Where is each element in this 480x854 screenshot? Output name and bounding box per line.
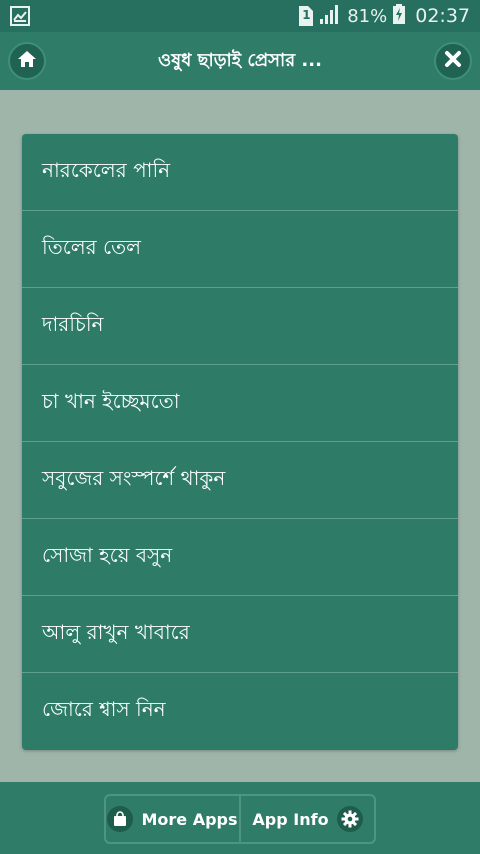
list-item[interactable]: চা খান ইচ্ছেমতো bbox=[22, 365, 458, 442]
page-title: ওষুধ ছাড়াই প্রেসার ... bbox=[158, 49, 322, 71]
home-icon bbox=[17, 49, 37, 73]
gear-icon bbox=[336, 806, 363, 832]
list-item-label: জোরে শ্বাস নিন bbox=[42, 697, 166, 721]
bottom-bar: More Apps App Info bbox=[0, 782, 480, 854]
list-item-label: সবুজের সংস্পর্শে থাকুন bbox=[42, 465, 226, 490]
app-header: ওষুধ ছাড়াই প্রেসার ... bbox=[0, 32, 480, 90]
list-item-label: নারকেলের পানি bbox=[42, 157, 171, 182]
home-button[interactable] bbox=[8, 42, 46, 80]
app-info-button[interactable]: App Info bbox=[239, 796, 374, 842]
status-bar: 1 81% 02:37 bbox=[0, 0, 480, 32]
list-item-label: সোজা হয়ে বসুন bbox=[42, 542, 173, 567]
app-info-label: App Info bbox=[252, 809, 329, 829]
clock: 02:37 bbox=[415, 5, 470, 27]
list-item-label: দারচিনি bbox=[42, 311, 104, 336]
list-item[interactable]: আলু রাখুন খাবারে bbox=[22, 596, 458, 673]
list-item[interactable]: তিলের তেল bbox=[22, 211, 458, 288]
list-item-label: আলু রাখুন খাবারে bbox=[42, 619, 190, 644]
signal-icon bbox=[319, 4, 341, 29]
more-apps-label: More Apps bbox=[141, 809, 238, 829]
list-item-label: তিলের তেল bbox=[42, 234, 142, 259]
close-button[interactable] bbox=[434, 42, 472, 80]
battery-charging-icon bbox=[393, 3, 406, 29]
more-apps-button[interactable]: More Apps bbox=[106, 796, 239, 842]
list-item[interactable]: সবুজের সংস্পর্শে থাকুন bbox=[22, 442, 458, 519]
list-item-label: চা খান ইচ্ছেমতো bbox=[42, 388, 180, 413]
sim-slot-number: 1 bbox=[302, 8, 311, 22]
list-item[interactable]: দারচিনি bbox=[22, 288, 458, 365]
list-item[interactable]: নারকেলের পানি bbox=[22, 134, 458, 211]
shopping-bag-icon bbox=[107, 806, 134, 832]
list-item[interactable]: জোরে শ্বাস নিন bbox=[22, 673, 458, 750]
list-item[interactable]: সোজা হয়ে বসুন bbox=[22, 519, 458, 596]
battery-percent: 81% bbox=[347, 5, 388, 27]
gallery-notification-icon bbox=[10, 6, 30, 31]
sim-icon: 1 bbox=[297, 6, 314, 26]
close-icon bbox=[444, 50, 462, 72]
topic-list: নারকেলের পানি তিলের তেল দারচিনি চা খান ই… bbox=[22, 134, 458, 750]
bottom-button-group: More Apps App Info bbox=[104, 794, 376, 844]
